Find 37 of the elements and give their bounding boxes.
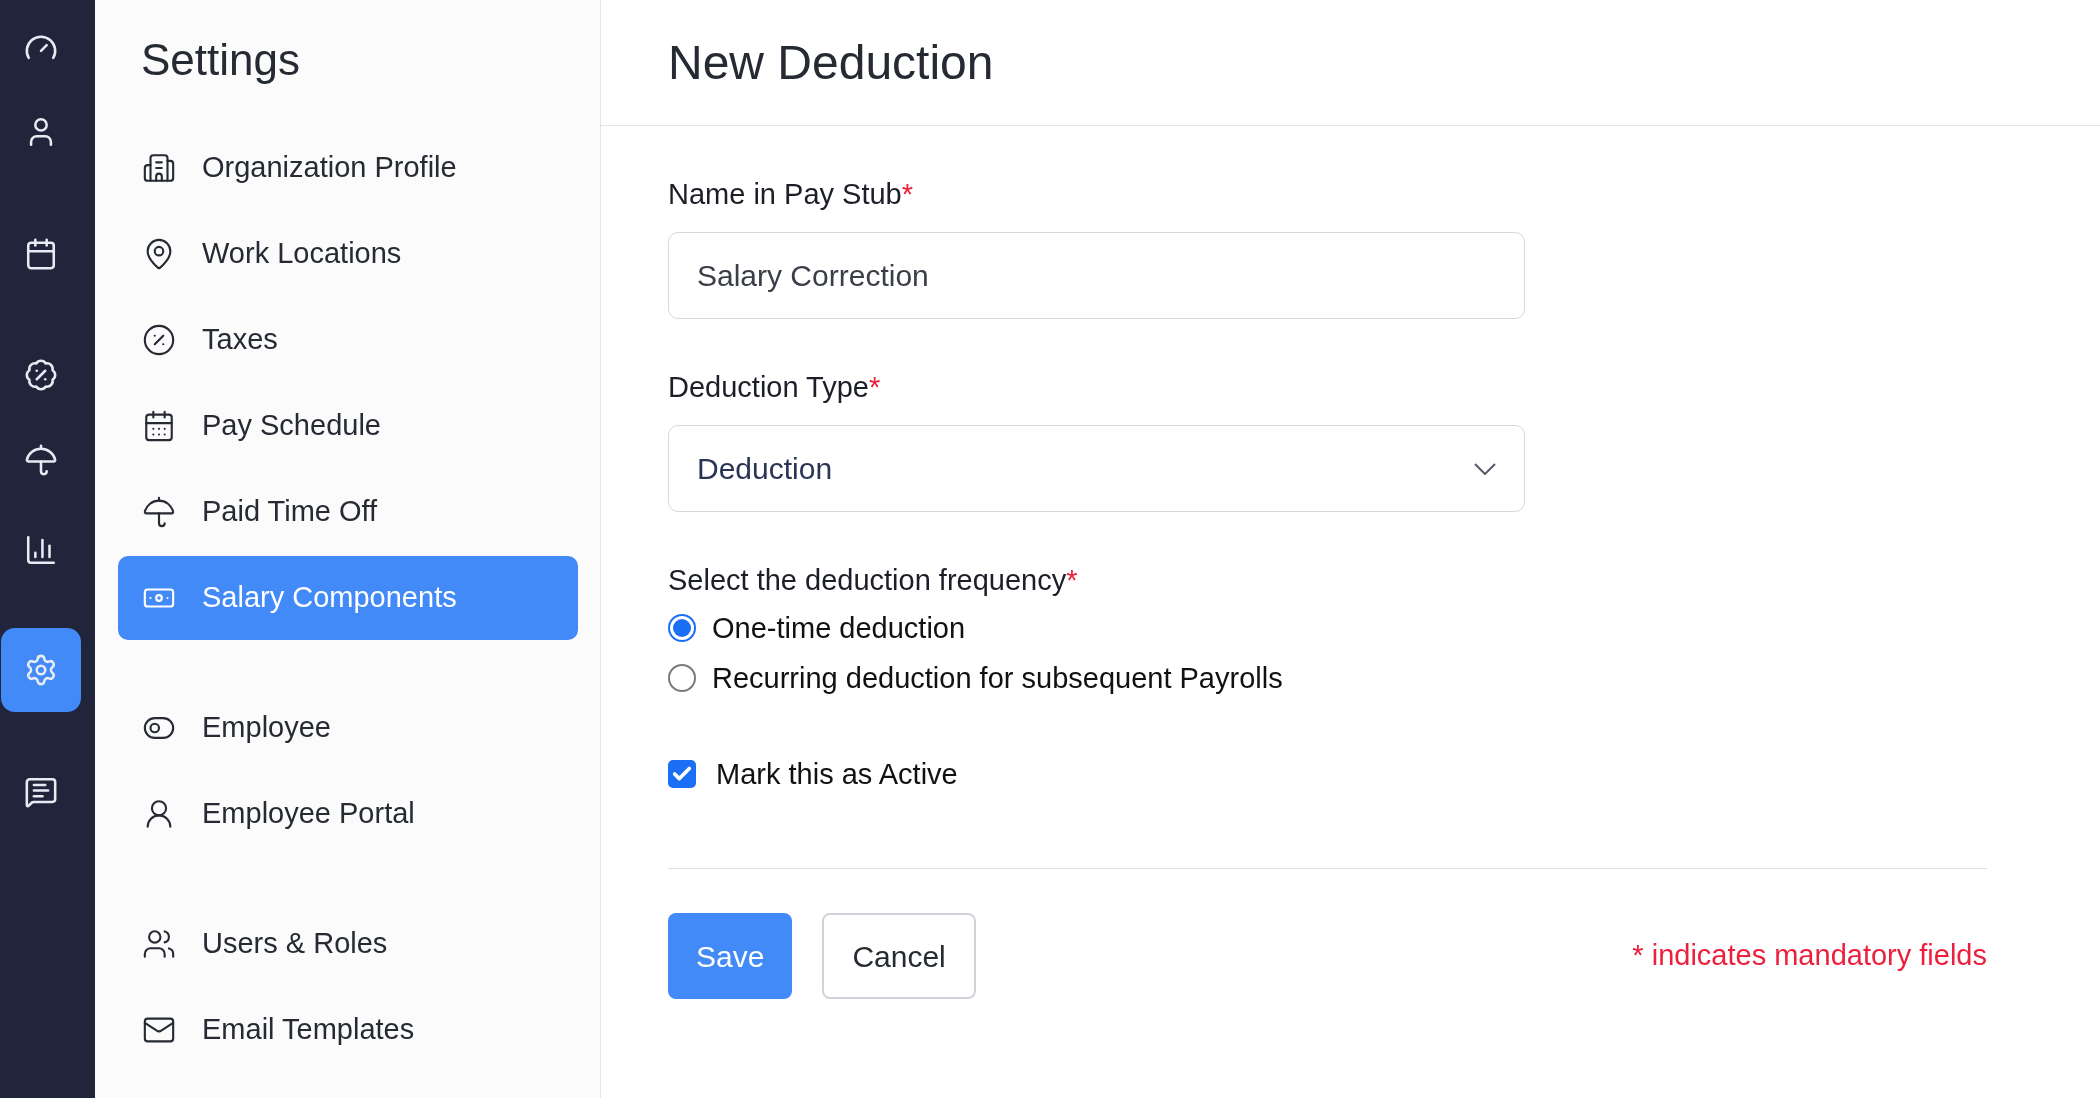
umbrella-icon [142, 495, 176, 529]
checkbox-label: Mark this as Active [716, 757, 958, 792]
users-icon [142, 927, 176, 961]
page-title: New Deduction [668, 34, 994, 91]
sidebar-item[interactable]: Taxes [118, 298, 578, 382]
calendar-icon [24, 237, 58, 271]
message-icon [24, 775, 58, 809]
radio-button[interactable] [668, 664, 696, 692]
field-label: Deduction Type* [668, 370, 882, 405]
settings-icon [24, 653, 58, 687]
sidebar-item[interactable]: Users & Roles [118, 902, 578, 986]
radio-label: One-time deduction [712, 611, 966, 646]
sidebar-item[interactable]: Employee Portal [118, 772, 578, 856]
field-label: Select the deduction frequency* [668, 563, 1079, 598]
bar-chart-icon [24, 533, 58, 567]
sidebar-title: Settings [141, 34, 301, 86]
chevron-down-icon [1474, 462, 1496, 475]
umbrella-icon [24, 443, 58, 477]
percent-badge-icon [24, 358, 58, 392]
mandatory-note: * indicates mandatory fields [1632, 938, 1987, 974]
field-label: Name in Pay Stub* [668, 177, 915, 212]
sidebar-item[interactable]: Employee [118, 686, 578, 770]
rail-button[interactable] [1, 628, 81, 712]
dropdown-field[interactable]: Deduction [668, 425, 1525, 512]
text-field[interactable]: Salary Correction [668, 232, 1525, 319]
sidebar-item[interactable]: Paid Time Off [118, 470, 578, 554]
sidebar-item[interactable]: Organization Profile [118, 126, 578, 210]
building-icon [142, 151, 176, 185]
cancel-button[interactable]: Cancel [822, 913, 976, 999]
radio-label: Recurring deduction for subsequent Payrolls [712, 661, 1283, 696]
calendar-icon [142, 409, 176, 443]
percent-icon [142, 323, 176, 357]
checkbox[interactable] [668, 760, 696, 788]
sidebar-item[interactable]: Work Locations [118, 212, 578, 296]
sidebar-item[interactable]: Pay Schedule [118, 384, 578, 468]
radio-button[interactable] [668, 614, 696, 642]
sidebar-item[interactable]: Email Templates [118, 988, 578, 1072]
